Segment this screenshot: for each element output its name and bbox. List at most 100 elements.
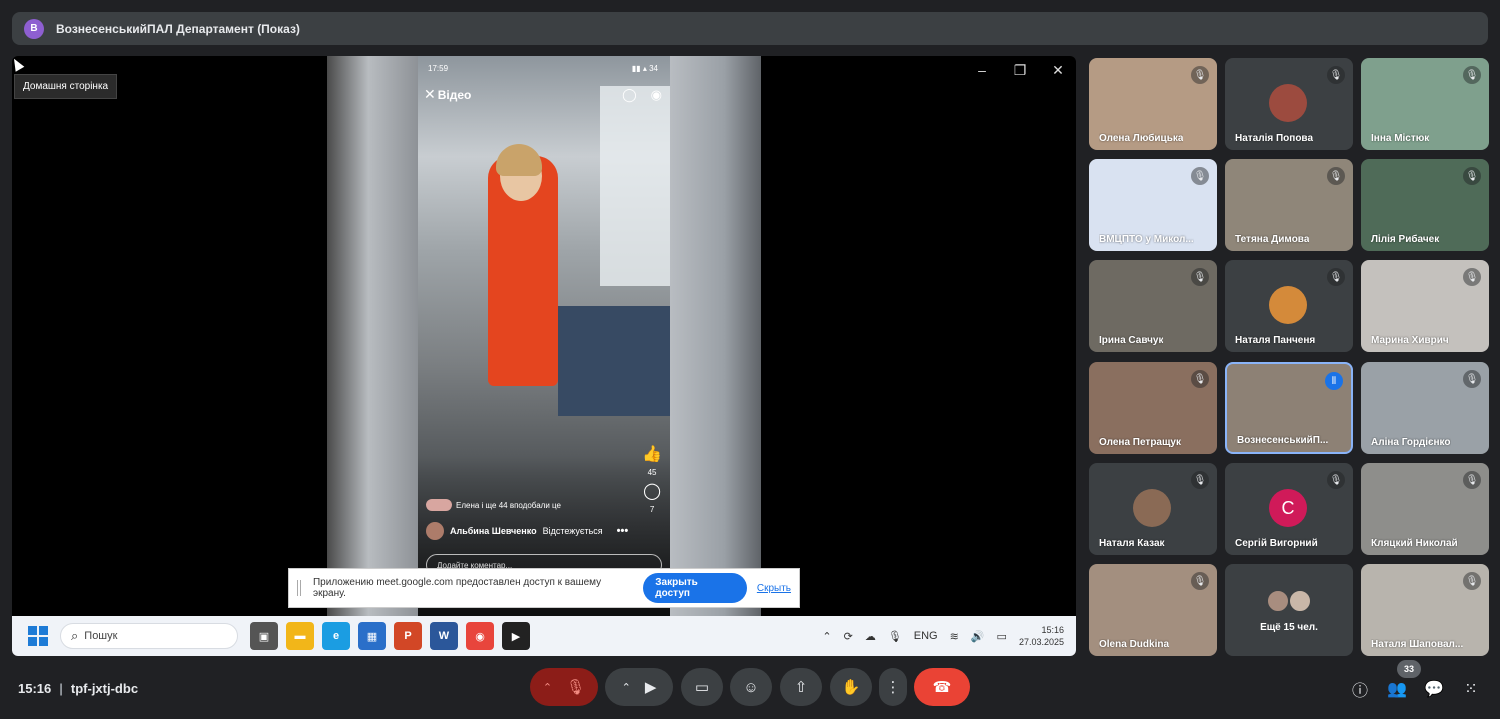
mic-off-icon: 🎙	[1463, 167, 1481, 185]
avatar	[1269, 84, 1307, 122]
more-horiz-icon[interactable]: •••	[617, 525, 629, 537]
word-icon[interactable]: W	[430, 622, 458, 650]
participant-tile[interactable]: 🎙 Інна Містюк	[1361, 58, 1489, 150]
participant-name: Наталя Шаповал...	[1371, 639, 1464, 650]
author-avatar[interactable]	[426, 522, 444, 540]
store-icon[interactable]: ▦	[358, 622, 386, 650]
search-icon[interactable]: ◯	[622, 87, 637, 103]
windows-start-icon[interactable]	[28, 626, 48, 646]
more-participants-tile[interactable]: Ещё 15 чел.	[1225, 564, 1353, 656]
participant-tile[interactable]: 🎙 Аліна Гордієнко	[1361, 362, 1489, 454]
keyboard-language[interactable]: ENG	[914, 630, 938, 642]
close-icon[interactable]: ✕	[1050, 62, 1066, 79]
comments-count: 7	[649, 505, 655, 514]
chevron-up-icon[interactable]: ⌃	[622, 681, 631, 694]
participant-tile[interactable]: С 🎙 Сергій Вигорний	[1225, 463, 1353, 555]
follow-button[interactable]: Відстежується	[543, 526, 603, 536]
camera-button[interactable]: ⌃ ▶	[605, 668, 673, 706]
participant-tile-active-speaker[interactable]: ⦀ ВознесенськийП...	[1225, 362, 1353, 454]
edge-icon[interactable]: e	[322, 622, 350, 650]
mic-off-icon: 🎙	[1463, 66, 1481, 84]
file-explorer-icon[interactable]: ▬	[286, 622, 314, 650]
task-view-icon[interactable]: ▣	[250, 622, 278, 650]
participant-tile[interactable]: 🎙 Олена Петращук	[1089, 362, 1217, 454]
volume-icon[interactable]: 🔊	[971, 630, 985, 643]
participant-tile[interactable]: 🎙 Ірина Савчук	[1089, 260, 1217, 352]
participant-tile[interactable]: 🎙 Olena Dudkina	[1089, 564, 1217, 656]
video-blur-left	[327, 56, 419, 616]
participant-name: Кляцкий Николай	[1371, 538, 1458, 549]
mouse-cursor-icon	[12, 56, 25, 72]
reactions-button[interactable]: ☺	[730, 668, 772, 706]
captions-button[interactable]: ▭	[681, 668, 723, 706]
participant-tile[interactable]: 🎙 Наталя Шаповал...	[1361, 564, 1489, 656]
chevron-up-icon[interactable]: ⌃	[822, 630, 831, 643]
people-icon[interactable]: 👥	[1384, 676, 1410, 702]
avatar	[1269, 286, 1307, 324]
participant-tile[interactable]: 🎙 Кляцкий Николай	[1361, 463, 1489, 555]
mic-off-icon: 🎙	[1327, 66, 1345, 84]
phone-header: ✕ Відео ◯ ◉	[424, 86, 662, 103]
raise-hand-button[interactable]: ✋	[830, 668, 872, 706]
participant-tile[interactable]: 🎙 Олена Любицька	[1089, 58, 1217, 150]
video-table	[558, 306, 670, 416]
participant-tile[interactable]: 🎙 ВМЦПТО у Микол...	[1089, 159, 1217, 251]
mic-off-icon: 🎙	[1191, 167, 1209, 185]
participant-name: Олена Петращук	[1099, 437, 1181, 448]
drag-handle[interactable]	[297, 580, 301, 596]
participant-name: Olena Dudkina	[1099, 639, 1170, 650]
more-participants-avatars	[1225, 590, 1353, 617]
apps-icon[interactable]: ⁙	[1458, 676, 1484, 702]
phone-side-actions: 👍 45 ◯ 7	[642, 444, 662, 514]
chevron-up-icon[interactable]: ⌃	[543, 681, 552, 694]
video-blur-right	[669, 56, 761, 616]
battery-icon[interactable]: ▭	[997, 630, 1007, 643]
presentation-header: В ВознесенськийПАЛ Департамент (Показ)	[12, 12, 1488, 45]
chat-icon[interactable]: 💬	[1421, 676, 1447, 702]
participant-tile[interactable]: 🎙 Марина Хиврич	[1361, 260, 1489, 352]
taskbar-search[interactable]: ⌕ Пошук	[60, 623, 238, 649]
participant-tile[interactable]: 🎙 Лілія Рибачек	[1361, 159, 1489, 251]
like-icon[interactable]: 👍	[642, 444, 662, 464]
mic-off-icon: 🎙	[1191, 572, 1209, 590]
media-player-icon[interactable]: ▶	[502, 622, 530, 650]
participant-tile[interactable]: 🎙 Наталя Панченя	[1225, 260, 1353, 352]
profile-icon[interactable]: ◉	[651, 87, 662, 103]
taskbar-apps: ▣ ▬ e ▦ P W ◉ ▶	[250, 622, 530, 650]
windows-taskbar: ⌕ Пошук ▣ ▬ e ▦ P W ◉ ▶ ⌃ ⟳ ☁ 🎙 ENG ≋ 🔊	[12, 616, 1076, 656]
mic-off-icon: 🎙	[1191, 268, 1209, 286]
chrome-icon[interactable]: ◉	[466, 622, 494, 650]
phone-time: 17:59	[428, 64, 449, 73]
participant-name: Наталія Попова	[1235, 133, 1314, 144]
restore-icon[interactable]: ❐	[1012, 62, 1028, 79]
taskbar-clock[interactable]: 15:16 27.03.2025	[1019, 624, 1064, 648]
mic-icon[interactable]: 🎙	[888, 630, 902, 643]
participant-tile[interactable]: 🎙 Тетяна Димова	[1225, 159, 1353, 251]
microphone-button[interactable]: ⌃ 🎙	[530, 668, 598, 706]
participant-name: Марина Хиврич	[1371, 335, 1449, 346]
info-icon[interactable]: ⓘ	[1347, 676, 1373, 702]
cloud-off-icon[interactable]: ☁	[865, 630, 876, 643]
present-button[interactable]: ⇧	[780, 668, 822, 706]
sync-icon[interactable]: ⟳	[844, 630, 853, 643]
mic-off-icon: 🎙	[1463, 370, 1481, 388]
raise-hand-icon: ✋	[841, 679, 861, 696]
more-vert-icon: ⋮	[885, 679, 901, 696]
author-name[interactable]: Альбина Шевченко	[450, 526, 537, 536]
stop-sharing-button[interactable]: Закрыть доступ	[643, 573, 747, 603]
window-controls: – ❐ ✕	[974, 62, 1066, 79]
close-icon[interactable]: ✕	[424, 86, 436, 103]
participant-tile[interactable]: 🎙 Наталя Казак	[1089, 463, 1217, 555]
minimize-icon[interactable]: –	[974, 62, 990, 79]
hangup-button[interactable]: ☎	[914, 668, 970, 706]
hide-banner-link[interactable]: Скрыть	[757, 583, 791, 594]
more-options-button[interactable]: ⋮	[879, 668, 907, 706]
participant-tile[interactable]: 🎙 Наталія Попова	[1225, 58, 1353, 150]
likes-count: 45	[647, 468, 657, 477]
wifi-icon[interactable]: ≋	[950, 630, 959, 643]
mic-off-icon: 🎙	[1327, 268, 1345, 286]
powerpoint-icon[interactable]: P	[394, 622, 422, 650]
comment-icon[interactable]: ◯	[643, 481, 661, 501]
home-tooltip: Домашня сторінка	[14, 74, 118, 99]
people-count-badge: 33	[1397, 660, 1421, 678]
